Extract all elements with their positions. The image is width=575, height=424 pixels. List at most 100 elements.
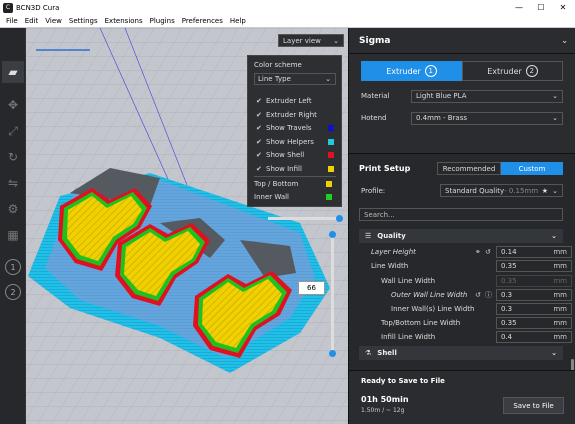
hotend-row: Hotend 0.4mm - Brass ⌄ (361, 111, 563, 125)
check-icon: ✔ (256, 164, 262, 173)
slider-handle[interactable] (336, 215, 343, 222)
hotend-value: 0.4mm - Brass (416, 114, 468, 122)
setting-value[interactable]: 0.3 mm (496, 303, 572, 315)
legend-show-infill[interactable]: ✔ Show Infill (256, 162, 340, 175)
layer-progress-slider[interactable] (268, 215, 343, 222)
chevron-down-icon: ⌄ (552, 92, 558, 100)
setting-value[interactable]: 0.3 mm (496, 289, 572, 301)
section-label: Quality (377, 232, 406, 240)
move-icon[interactable]: ✥ (2, 94, 24, 116)
close-button[interactable]: ✕ (552, 0, 574, 15)
top-bottom-swatch (326, 180, 332, 187)
quality-icon: ☰ (365, 232, 372, 240)
value-text: 0.35 (501, 262, 517, 270)
star-icon[interactable]: ★ (542, 187, 548, 195)
tab-custom[interactable]: Custom (501, 162, 563, 175)
value-text: 0.35 (501, 277, 517, 285)
print-setup-title: Print Setup (359, 164, 411, 173)
section-quality[interactable]: ☰ Quality ⌄ (359, 229, 563, 243)
setting-value[interactable]: 0.4 mm (496, 331, 572, 343)
legend-label: Extruder Right (266, 110, 317, 119)
support-blocker-icon[interactable]: ▦ (2, 224, 24, 246)
legend-show-helpers[interactable]: ✔ Show Helpers (256, 135, 340, 148)
material-label: Material (361, 92, 390, 100)
setting-label: Outer Wall Line Width (391, 291, 468, 299)
extruder-2-button[interactable]: 2 (5, 284, 21, 300)
scale-icon[interactable]: ⤢ (2, 120, 24, 142)
profile-select[interactable]: Standard Quality - 0.15mm ★ ⌄ (440, 184, 563, 197)
material-select[interactable]: Light Blue PLA ⌄ (411, 89, 563, 103)
printer-header[interactable]: Sigma ⌄ (349, 28, 575, 54)
setting-value[interactable]: 0.35 mm (496, 317, 572, 329)
window-title: BCN3D Cura (16, 3, 60, 12)
setting-value[interactable]: 0.14 mm (496, 246, 572, 258)
layer-number-input[interactable]: 66 (298, 281, 325, 295)
left-toolbar: ▰ ✥ ⤢ ↻ ⇋ ⚙ ▦ 1 2 (0, 28, 26, 424)
menu-edit[interactable]: Edit (25, 17, 39, 25)
legend-extruder-left[interactable]: ✔ Extruder Left (256, 94, 340, 107)
mirror-icon[interactable]: ⇋ (2, 172, 24, 194)
check-icon: ✔ (256, 137, 262, 146)
chevron-down-icon: ⌄ (552, 186, 558, 195)
title-bar: C BCN3D Cura — ☐ ✕ (0, 0, 575, 15)
menu-file[interactable]: File (6, 17, 18, 25)
legend-show-travels[interactable]: ✔ Show Travels (256, 121, 340, 134)
legend-label: Inner Wall (254, 192, 289, 201)
section-shell[interactable]: ⚗ Shell ⌄ (359, 346, 563, 360)
tab-extruder-2[interactable]: Extruder 2 (462, 61, 563, 81)
setting-inner-wall-line-width[interactable]: Inner Wall(s) Line Width 0.3 mm (391, 302, 572, 316)
rotate-icon[interactable]: ↻ (2, 146, 24, 168)
setting-label: Infill Line Width (381, 333, 436, 341)
legend-label: Show Shell (266, 150, 305, 159)
unit-text: mm (553, 262, 567, 270)
extruder-number-icon: 1 (424, 65, 437, 77)
maximize-button[interactable]: ☐ (530, 0, 552, 15)
reset-icon[interactable]: ↺ (485, 248, 491, 256)
menu-preferences[interactable]: Preferences (182, 17, 223, 25)
menu-help[interactable]: Help (230, 17, 246, 25)
value-text: 0.14 (501, 248, 517, 256)
setting-top-bottom-line-width[interactable]: Top/Bottom Line Width 0.35 mm (381, 316, 572, 330)
value-text: 0.3 (501, 291, 513, 299)
chevron-down-icon: ⌄ (551, 349, 557, 357)
open-folder-icon[interactable]: ▰ (2, 61, 24, 83)
shell-icon: ⚗ (365, 349, 372, 357)
layer-slider-bottom-handle[interactable] (329, 350, 336, 357)
tab-recommended[interactable]: Recommended (437, 162, 501, 175)
setting-outer-wall-line-width[interactable]: Outer Wall Line Width ↺ ⓘ 0.3 mm (391, 288, 572, 302)
setting-value[interactable]: 0.35 mm (496, 260, 572, 272)
color-scheme-select[interactable]: Line Type ⌄ (254, 73, 336, 85)
setting-wall-line-width[interactable]: Wall Line Width 0.35 mm (381, 274, 572, 288)
setting-layer-height[interactable]: Layer Height ⚭ ↺ 0.14 mm (371, 245, 572, 259)
menu-plugins[interactable]: Plugins (150, 17, 175, 25)
menu-extensions[interactable]: Extensions (105, 17, 143, 25)
menu-settings[interactable]: Settings (69, 17, 98, 25)
hotend-select[interactable]: 0.4mm - Brass ⌄ (411, 111, 563, 125)
legend-top-bottom: Top / Bottom (254, 177, 338, 190)
legend-label: Show Travels (266, 123, 312, 132)
menu-view[interactable]: View (45, 17, 62, 25)
setting-infill-line-width[interactable]: Infill Line Width 0.4 mm (381, 330, 572, 344)
extruder-1-button[interactable]: 1 (5, 259, 21, 275)
unit-text: mm (553, 291, 567, 299)
tab-extruder-1[interactable]: Extruder 1 (361, 61, 462, 81)
layer-slider[interactable] (329, 231, 336, 357)
legend-extruder-right[interactable]: ✔ Extruder Right (256, 108, 340, 121)
legend-show-shell[interactable]: ✔ Show Shell (256, 148, 340, 161)
reset-icon[interactable]: ↺ (475, 291, 481, 299)
view-mode-select[interactable]: Layer view ⌄ (278, 34, 344, 47)
minimize-button[interactable]: — (508, 0, 530, 15)
profile-suffix: - 0.15mm (504, 186, 539, 195)
layer-slider-top-handle[interactable] (329, 231, 336, 238)
settings-search-input[interactable]: Search... (359, 208, 563, 221)
save-to-file-button[interactable]: Save to File (503, 397, 564, 414)
unit-text: mm (553, 305, 567, 313)
per-model-settings-icon[interactable]: ⚙ (2, 198, 24, 220)
setting-value[interactable]: 0.35 mm (496, 275, 572, 287)
layer-view-legend: Color scheme Line Type ⌄ ✔ Extruder Left … (247, 55, 342, 207)
info-icon[interactable]: ⓘ (485, 290, 492, 300)
extruder-tabs: Extruder 1 Extruder 2 (361, 61, 563, 81)
setting-line-width[interactable]: Line Width 0.35 mm (371, 259, 572, 273)
check-icon: ✔ (256, 150, 262, 159)
material-value: Light Blue PLA (416, 92, 467, 100)
